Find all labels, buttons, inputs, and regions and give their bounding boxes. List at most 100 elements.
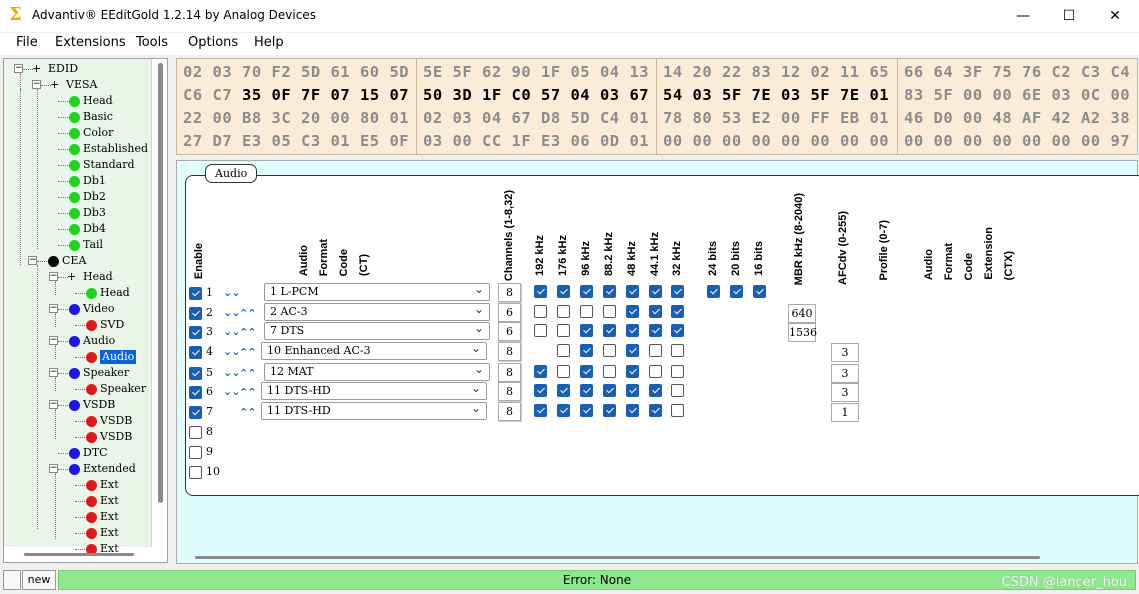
audio-format-select[interactable]: 11 DTS-HD — [261, 380, 487, 400]
sample-rate-checkbox[interactable] — [626, 404, 639, 417]
collapse-toggle-icon[interactable]: − — [49, 464, 58, 473]
collapse-toggle-icon[interactable]: − — [49, 336, 58, 345]
afcdv-input[interactable]: 3 — [831, 343, 859, 362]
move-down-icon[interactable]: ⌄⌄ — [223, 367, 240, 378]
tree-item-cea-head[interactable]: Head — [83, 270, 113, 284]
sample-rate-checkbox[interactable] — [626, 365, 639, 378]
sample-rate-checkbox[interactable] — [557, 305, 570, 318]
sample-rate-checkbox[interactable] — [649, 305, 662, 318]
sample-rate-checkbox[interactable] — [534, 305, 547, 318]
tree-item-vesa-4[interactable]: Standard — [83, 158, 135, 172]
sample-rate-checkbox[interactable] — [534, 324, 547, 337]
tree-item-vesa-1[interactable]: Basic — [83, 110, 113, 124]
sample-rate-checkbox[interactable] — [580, 324, 593, 337]
move-down-icon[interactable]: ⌄⌄ — [223, 326, 240, 337]
collapse-toggle-icon[interactable]: − — [49, 368, 58, 377]
hex-line[interactable]: 50 3D 1F C0 57 04 03 67 — [423, 84, 649, 107]
sample-rate-checkbox[interactable] — [671, 344, 684, 357]
move-up-icon[interactable]: ⌃⌃ — [239, 308, 256, 319]
move-up-icon[interactable]: ⌃⌃ — [239, 347, 256, 358]
move-down-icon[interactable]: ⌄⌄ — [223, 287, 240, 298]
afcdv-input[interactable]: 3 — [831, 364, 859, 383]
audio-format-select[interactable]: 10 Enhanced AC-3 — [261, 340, 487, 360]
collapse-toggle-icon[interactable]: − — [49, 272, 58, 281]
tree-item-audio[interactable]: Audio — [83, 334, 115, 348]
tree-item-vesa-5[interactable]: Db1 — [83, 174, 106, 188]
enable-checkbox[interactable] — [189, 326, 202, 339]
collapse-toggle-icon[interactable]: − — [28, 256, 37, 265]
collapse-toggle-icon[interactable]: − — [14, 64, 23, 73]
sample-rate-checkbox[interactable] — [580, 404, 593, 417]
sample-rate-checkbox[interactable] — [580, 365, 593, 378]
sample-rate-checkbox[interactable] — [649, 365, 662, 378]
audio-format-select[interactable]: 12 MAT — [264, 361, 490, 381]
tree-item-cea[interactable]: CEA — [62, 254, 86, 268]
enable-checkbox[interactable] — [189, 367, 202, 380]
tree-item-vesa-3[interactable]: Established — [83, 142, 148, 156]
hex-line[interactable]: 03 00 CC 1F E3 06 0D 01 — [423, 130, 649, 153]
enable-checkbox[interactable] — [189, 406, 202, 419]
bit-depth-checkbox[interactable] — [753, 285, 766, 298]
sample-rate-checkbox[interactable] — [603, 384, 616, 397]
enable-checkbox[interactable] — [189, 426, 202, 439]
enable-checkbox[interactable] — [189, 446, 202, 459]
sample-rate-checkbox[interactable] — [534, 404, 547, 417]
sample-rate-checkbox[interactable] — [557, 344, 570, 357]
close-button[interactable]: ✕ — [1092, 0, 1138, 32]
tree-item-ext-0[interactable]: Ext — [100, 478, 119, 492]
tree-item-vesa-0[interactable]: Head — [83, 94, 113, 108]
hex-line[interactable]: 46 D0 00 48 AF 42 A2 38 — [904, 107, 1130, 130]
sample-rate-checkbox[interactable] — [671, 404, 684, 417]
menu-options[interactable]: Options — [188, 35, 238, 50]
panel-horizontal-scrollbar[interactable] — [195, 556, 1040, 559]
audio-format-select[interactable]: 11 DTS-HD — [261, 400, 487, 420]
tree-item-vesa[interactable]: VESA — [66, 78, 97, 92]
hex-group[interactable]: 66 64 3F 75 76 C2 C3 C4 83 5F 00 00 6E 03… — [904, 61, 1130, 153]
sample-rate-checkbox[interactable] — [626, 285, 639, 298]
sample-rate-checkbox[interactable] — [671, 365, 684, 378]
audio-format-select[interactable]: 1 L-PCM — [264, 281, 490, 301]
minimize-button[interactable]: — — [1000, 0, 1046, 32]
tree-item-dtc[interactable]: DTC — [83, 446, 108, 460]
enable-checkbox[interactable] — [189, 466, 202, 479]
tree-item-vesa-7[interactable]: Db3 — [83, 206, 106, 220]
sample-rate-checkbox[interactable] — [603, 365, 616, 378]
hex-line[interactable]: 27 D7 E3 05 C3 01 E5 0F — [183, 130, 409, 153]
tree-item-speaker[interactable]: Speaker — [83, 366, 129, 380]
tree-vertical-scrollbar[interactable] — [157, 61, 165, 547]
channels-input[interactable]: 8 — [498, 283, 521, 302]
tree-item-speaker-child[interactable]: Speaker — [100, 382, 146, 396]
sample-rate-checkbox[interactable] — [534, 384, 547, 397]
hex-line[interactable]: 00 00 00 00 00 00 00 97 — [904, 130, 1130, 153]
sample-rate-checkbox[interactable] — [580, 285, 593, 298]
hex-line[interactable]: C6 C7 35 0F 7F 07 15 07 — [183, 84, 409, 107]
sample-rate-checkbox[interactable] — [580, 384, 593, 397]
tree-item-vesa-8[interactable]: Db4 — [83, 222, 106, 236]
maximize-button[interactable]: ☐ — [1046, 0, 1092, 32]
bit-depth-checkbox[interactable] — [730, 285, 743, 298]
tree-item-vesa-2[interactable]: Color — [83, 126, 113, 140]
hex-line[interactable]: 14 20 22 83 12 02 11 65 — [663, 61, 889, 84]
sample-rate-checkbox[interactable] — [603, 324, 616, 337]
hex-line[interactable]: 83 5F 00 00 6E 03 0C 00 — [904, 84, 1130, 107]
hex-line[interactable]: 54 03 5F 7E 03 5F 7E 01 — [663, 84, 889, 107]
hex-line[interactable]: 22 00 B8 3C 20 00 80 01 — [183, 107, 409, 130]
hex-line[interactable]: 00 00 00 00 00 00 00 00 — [663, 130, 889, 153]
channels-input[interactable]: 6 — [498, 322, 521, 341]
tree-item-video[interactable]: Video — [83, 302, 114, 316]
sample-rate-checkbox[interactable] — [671, 384, 684, 397]
move-up-icon[interactable]: ⌃⌃ — [239, 407, 256, 418]
sample-rate-checkbox[interactable] — [534, 285, 547, 298]
tree-horizontal-scrollbar[interactable] — [24, 553, 134, 556]
tree-item-vsdb[interactable]: VSDB — [83, 398, 115, 412]
sample-rate-checkbox[interactable] — [649, 344, 662, 357]
menu-file[interactable]: File — [16, 35, 38, 50]
sample-rate-checkbox[interactable] — [671, 285, 684, 298]
tree-item-svd[interactable]: SVD — [100, 318, 124, 332]
sample-rate-checkbox[interactable] — [649, 285, 662, 298]
tree-item-ext-1[interactable]: Ext — [100, 494, 119, 508]
move-up-icon[interactable]: ⌃⌃ — [239, 387, 256, 398]
hex-group[interactable]: 14 20 22 83 12 02 11 65 54 03 5F 7E 03 5F… — [663, 61, 889, 153]
tree-item-edid[interactable]: EDID — [48, 62, 78, 76]
sample-rate-checkbox[interactable] — [580, 344, 593, 357]
